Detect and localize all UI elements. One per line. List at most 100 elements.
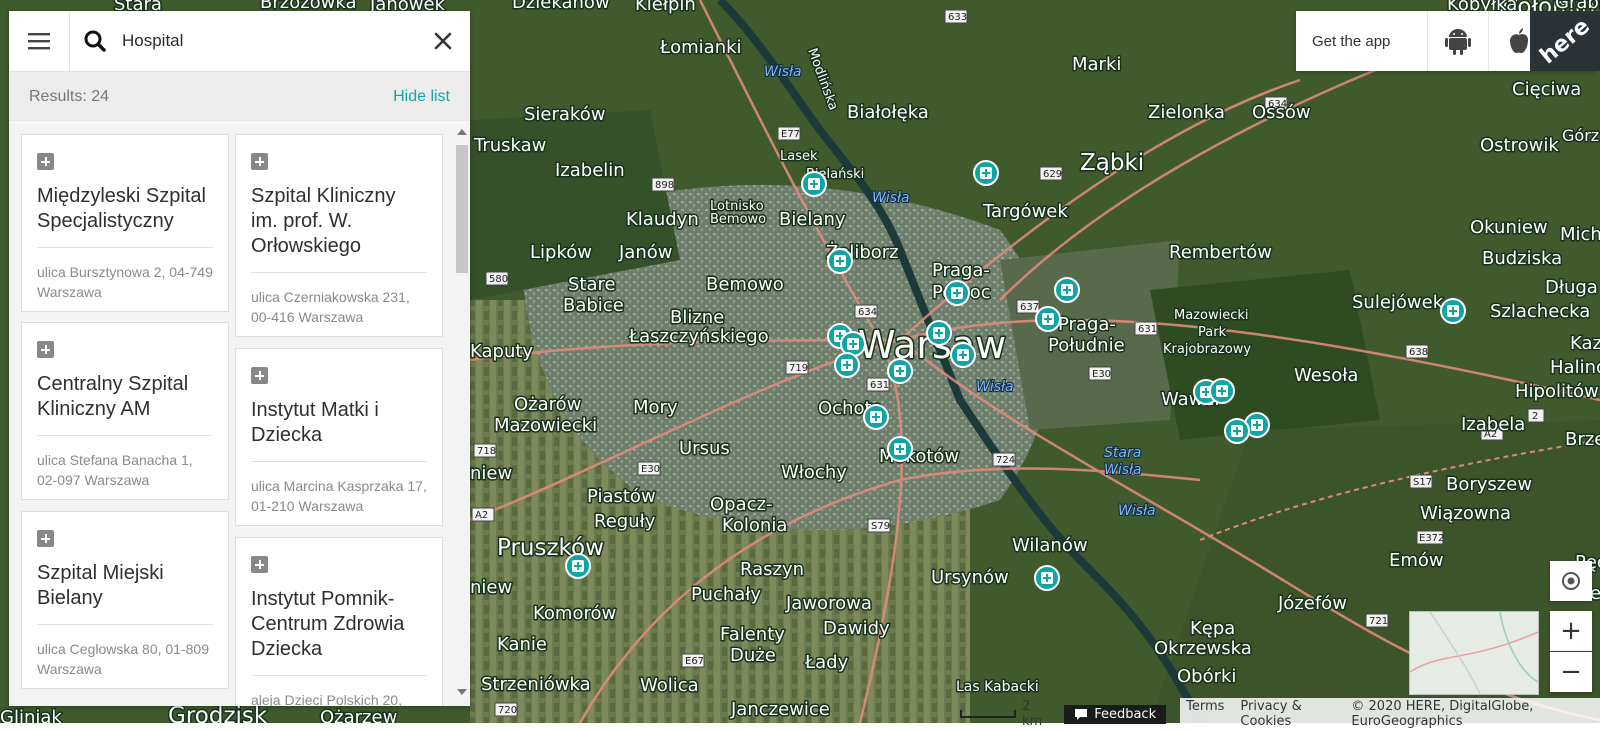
- svg-text:631: 631: [1138, 324, 1157, 335]
- hospital-marker[interactable]: [973, 160, 999, 186]
- hospital-marker[interactable]: [1209, 378, 1235, 404]
- svg-text:Komorów: Komorów: [533, 603, 616, 624]
- here-logo[interactable]: here: [1530, 11, 1600, 71]
- hospital-marker[interactable]: [834, 352, 860, 378]
- hospital-marker[interactable]: [944, 280, 970, 306]
- result-address: ulica Marcina Kasprzaka 17, 01-210 Warsz…: [251, 478, 427, 514]
- result-address: aleja Dzieci Polskich 20,: [251, 692, 402, 706]
- scroll-down-arrow-icon[interactable]: [457, 689, 467, 695]
- get-app-label: Get the app: [1312, 32, 1391, 50]
- hospital-plus-icon: [251, 367, 268, 384]
- result-card[interactable]: Szpital Miejski Bielany ulica Ceglowska …: [21, 511, 229, 689]
- clear-search-button[interactable]: [415, 11, 470, 71]
- svg-text:Obórki: Obórki: [1177, 666, 1236, 687]
- svg-text:Kępa: Kępa: [1190, 618, 1235, 639]
- result-card[interactable]: Instytut Matki i Dziecka ulica Marcina K…: [235, 348, 443, 526]
- result-name: Centralny Szpital Kliniczny AM: [37, 372, 213, 436]
- result-name: Instytut Pomnik-Centrum Zdrowia Dziecka: [251, 587, 427, 676]
- scroll-thumb[interactable]: [456, 145, 468, 273]
- menu-button[interactable]: [9, 11, 70, 71]
- result-card[interactable]: Szpital Kliniczny im. prof. W. Orłowskie…: [235, 134, 443, 337]
- minimap[interactable]: [1409, 611, 1539, 695]
- search-input[interactable]: [120, 30, 415, 52]
- result-name: Instytut Matki i Dziecka: [251, 398, 427, 462]
- hospital-marker[interactable]: [801, 171, 827, 197]
- hospital-marker[interactable]: [1224, 418, 1250, 444]
- svg-text:Zielonka: Zielonka: [1148, 102, 1225, 123]
- hospital-marker[interactable]: [1440, 298, 1466, 324]
- feedback-button[interactable]: Feedback: [1064, 704, 1167, 724]
- terms-link[interactable]: Terms: [1186, 699, 1224, 729]
- here-logo-text: here: [1535, 13, 1595, 69]
- map-footer: 2 km Feedback Terms Privacy & Cookies © …: [960, 698, 1600, 730]
- result-address: ulica Czerniakowska 231, 00-416 Warszawa: [251, 289, 410, 325]
- svg-text:Dawidy: Dawidy: [823, 618, 890, 639]
- results-list[interactable]: Międzyleski Szpital Specjalistyczny ulic…: [9, 123, 470, 706]
- svg-text:Wiązowna: Wiązowna: [1420, 503, 1511, 524]
- hospital-marker[interactable]: [1035, 306, 1061, 332]
- zoom-in-button[interactable]: +: [1550, 611, 1592, 651]
- svg-text:Wisła: Wisła: [1104, 462, 1142, 478]
- hospital-marker[interactable]: [926, 320, 952, 346]
- svg-text:Piastów: Piastów: [587, 486, 656, 507]
- svg-text:Kolonia: Kolonia: [722, 515, 787, 536]
- close-icon: [434, 32, 451, 50]
- svg-text:Mazowiecki: Mazowiecki: [1174, 308, 1249, 323]
- svg-text:A2: A2: [475, 510, 488, 521]
- svg-text:S79: S79: [871, 521, 890, 532]
- svg-text:Łady: Łady: [804, 652, 849, 673]
- svg-text:Lipków: Lipków: [530, 242, 592, 263]
- svg-text:Praga-: Praga-: [1058, 314, 1116, 335]
- svg-text:Izabelin: Izabelin: [555, 160, 625, 181]
- svg-text:Ożarzew: Ożarzew: [320, 707, 397, 723]
- hospital-marker[interactable]: [1054, 277, 1080, 303]
- zoom-out-button[interactable]: −: [1550, 652, 1592, 692]
- hospital-marker[interactable]: [565, 553, 591, 579]
- hospital-marker[interactable]: [950, 342, 976, 368]
- svg-text:Wisła: Wisła: [1118, 503, 1156, 519]
- svg-text:Las Kabacki: Las Kabacki: [956, 679, 1039, 695]
- svg-text:Włochy: Włochy: [781, 462, 847, 483]
- hospital-marker[interactable]: [863, 404, 889, 430]
- result-address: ulica Stefana Banacha 1, 02-097 Warszawa: [37, 452, 193, 488]
- svg-text:Blizne: Blizne: [670, 307, 724, 328]
- svg-text:Reguły: Reguły: [594, 511, 656, 532]
- hospital-marker[interactable]: [1034, 565, 1060, 591]
- results-scrollbar[interactable]: [453, 123, 470, 706]
- privacy-link[interactable]: Privacy & Cookies: [1240, 699, 1335, 729]
- svg-text:E372: E372: [1419, 533, 1444, 544]
- result-card[interactable]: Międzyleski Szpital Specjalistyczny ulic…: [21, 134, 229, 312]
- hospital-marker[interactable]: [887, 436, 913, 462]
- hospital-marker[interactable]: [887, 358, 913, 384]
- svg-text:Ursus: Ursus: [679, 438, 730, 459]
- scroll-up-arrow-icon[interactable]: [457, 129, 467, 135]
- hospital-plus-icon: [37, 530, 54, 547]
- hospital-marker[interactable]: [827, 248, 853, 274]
- svg-text:Puchały: Puchały: [691, 584, 761, 605]
- svg-text:Sulejówek: Sulejówek: [1352, 292, 1444, 313]
- result-card[interactable]: Centralny Szpital Kliniczny AM ulica Ste…: [21, 322, 229, 500]
- speech-bubble-icon: [1075, 708, 1088, 720]
- svg-text:Gliniak: Gliniak: [0, 707, 62, 723]
- svg-text:580: 580: [489, 274, 508, 285]
- result-address: ulica Bursztynowa 2, 04-749 Warszawa: [37, 264, 213, 300]
- svg-text:2: 2: [1532, 411, 1538, 422]
- svg-text:Boryszew: Boryszew: [1446, 474, 1532, 495]
- minus-icon: −: [1560, 657, 1582, 687]
- svg-text:Pruszków: Pruszków: [497, 535, 604, 561]
- svg-text:Wilanów: Wilanów: [1012, 535, 1088, 556]
- svg-text:Budziska: Budziska: [1482, 248, 1562, 269]
- svg-text:638: 638: [1409, 347, 1428, 358]
- scale-bar: [960, 710, 1016, 718]
- android-app-button[interactable]: [1427, 11, 1488, 71]
- hide-list-link[interactable]: Hide list: [393, 88, 450, 106]
- locate-me-button[interactable]: [1550, 561, 1592, 601]
- svg-text:Truskaw: Truskaw: [473, 135, 546, 156]
- svg-text:Strzeniówka: Strzeniówka: [481, 674, 591, 695]
- result-card[interactable]: Instytut Pomnik-Centrum Zdrowia Dziecka …: [235, 537, 443, 706]
- hospital-plus-icon: [37, 341, 54, 358]
- result-name: Szpital Kliniczny im. prof. W. Orłowskie…: [251, 184, 427, 273]
- svg-text:S17: S17: [1413, 477, 1432, 488]
- svg-text:Janów: Janów: [618, 242, 672, 263]
- svg-text:Okuniew: Okuniew: [1470, 217, 1548, 238]
